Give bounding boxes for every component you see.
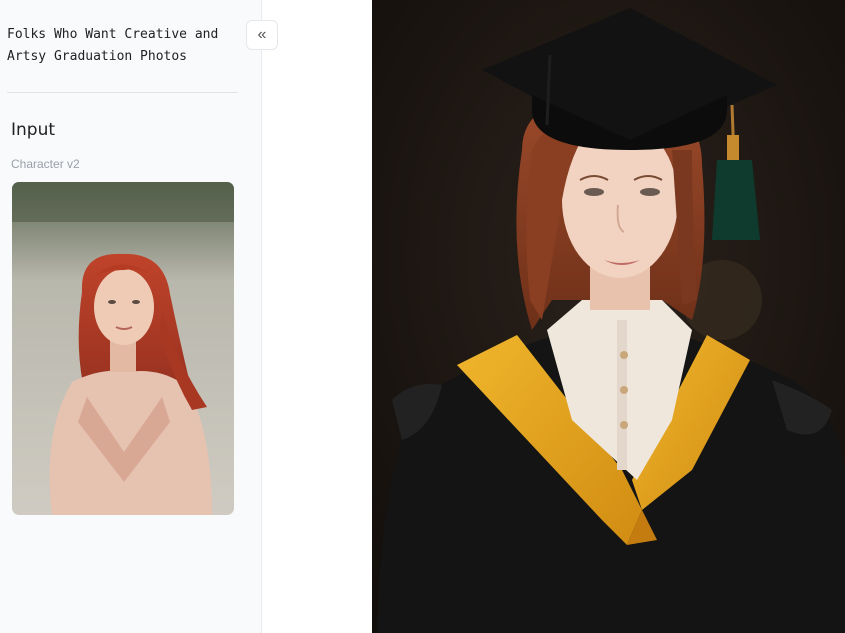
chevron-double-left-icon: « <box>257 26 267 43</box>
app-window: Folks Who Want Creative and Artsy Gradua… <box>0 0 845 633</box>
page-title: Folks Who Want Creative and Artsy Gradua… <box>7 27 219 64</box>
collapse-sidebar-button[interactable]: « <box>246 20 278 50</box>
divider <box>7 92 238 93</box>
input-label: Character v2 <box>11 157 80 171</box>
section-heading-input: Input <box>11 120 56 140</box>
input-character-image[interactable] <box>12 182 234 515</box>
sidebar: Folks Who Want Creative and Artsy Gradua… <box>0 0 262 633</box>
generated-output-image[interactable] <box>372 0 845 633</box>
